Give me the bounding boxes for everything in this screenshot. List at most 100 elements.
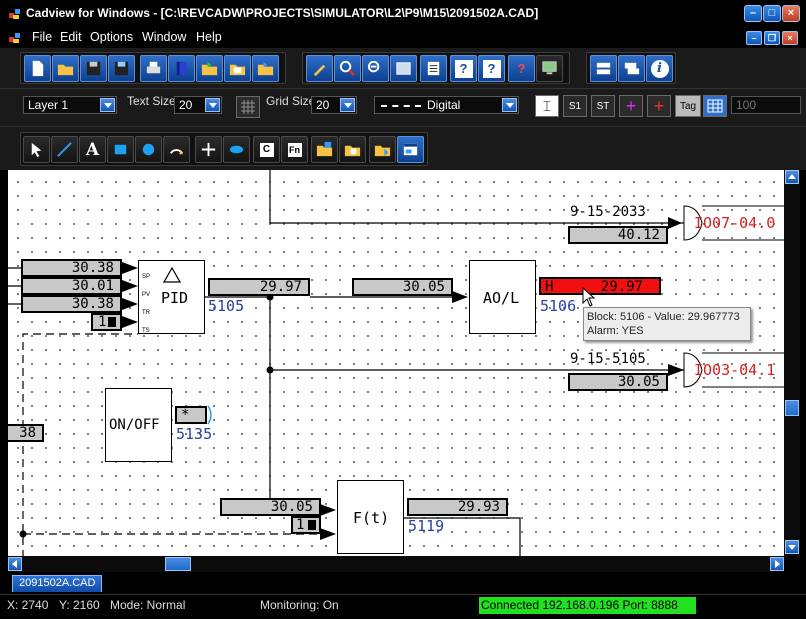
question-pointer-button[interactable]: ?: [508, 55, 535, 82]
zoom-field[interactable]: 100: [731, 96, 801, 114]
menu-help[interactable]: Help: [196, 30, 222, 44]
pid-ts-value[interactable]: 1: [91, 313, 122, 331]
chevron-down-icon[interactable]: [340, 98, 355, 112]
ft-input2-value[interactable]: 1: [291, 516, 321, 534]
pid-tr-value[interactable]: 30.38: [21, 295, 122, 313]
pid-block[interactable]: SP PV TR TS PID: [138, 260, 205, 334]
ft-output-value[interactable]: 29.93: [407, 498, 508, 516]
fit-view-button[interactable]: [390, 55, 417, 82]
function-tool-button[interactable]: Fn: [281, 136, 308, 163]
list-button[interactable]: [420, 55, 447, 82]
point-icon: [201, 142, 216, 157]
save-button[interactable]: [80, 55, 107, 82]
scroll-down-button[interactable]: [785, 540, 799, 554]
s1-button[interactable]: S1: [563, 95, 587, 117]
text-tool-button[interactable]: A: [79, 136, 106, 163]
ft-block[interactable]: F(t): [337, 480, 404, 554]
zoom-in-button[interactable]: [334, 55, 361, 82]
ao-alarm-value-box[interactable]: H 29.97: [539, 277, 661, 295]
grid-toggle-button[interactable]: [236, 96, 260, 118]
chevron-down-icon[interactable]: [205, 98, 220, 112]
left-value-box[interactable]: 38: [8, 424, 44, 442]
horizontal-scroll-thumb[interactable]: [165, 557, 191, 571]
menu-options[interactable]: Options: [90, 30, 133, 44]
library-button[interactable]: [168, 55, 195, 82]
monitor-button[interactable]: [536, 55, 563, 82]
cascade-button[interactable]: [618, 55, 645, 82]
pen-button[interactable]: [306, 55, 333, 82]
save-as-button[interactable]: [108, 55, 135, 82]
menu-edit[interactable]: Edit: [60, 30, 82, 44]
offpage-ref-top[interactable]: IO07-04.0: [694, 214, 775, 232]
grid-size-select[interactable]: 20: [311, 96, 357, 114]
window-block-icon: [403, 143, 418, 156]
drawing-canvas[interactable]: 9-15-2033 40.12 IO07-04.0 30.38 30.01 30…: [8, 170, 784, 556]
value-box-top[interactable]: 40.12: [568, 226, 668, 244]
vertical-scroll-thumb[interactable]: [785, 400, 799, 416]
scroll-right-button[interactable]: [770, 557, 784, 571]
line-tool-button[interactable]: [51, 136, 78, 163]
text-cursor-button[interactable]: ⌶: [535, 95, 559, 117]
pid-pv-value[interactable]: 30.01: [21, 277, 122, 295]
value-box-mid[interactable]: 30.05: [568, 373, 668, 391]
help-button[interactable]: ?: [450, 55, 477, 82]
ellipse-tool-button[interactable]: [223, 136, 250, 163]
tile-button[interactable]: [590, 55, 617, 82]
print-button[interactable]: [140, 55, 167, 82]
zoom-out-button[interactable]: [362, 55, 389, 82]
circle-tool-button[interactable]: [135, 136, 162, 163]
arc-tool-button[interactable]: [163, 136, 190, 163]
menu-file[interactable]: File: [32, 30, 52, 44]
child-restore-button[interactable]: ❐: [764, 31, 780, 45]
offpage-ref-mid[interactable]: IO03-04.1: [694, 361, 775, 379]
scroll-up-button[interactable]: [785, 170, 799, 184]
rectangle-tool-button[interactable]: [107, 136, 134, 163]
chevron-down-icon[interactable]: [502, 98, 517, 112]
layer-select[interactable]: Layer 1: [23, 96, 117, 114]
child-minimize-button[interactable]: –: [746, 31, 762, 45]
text-size-select[interactable]: 20: [174, 96, 222, 114]
context-help-button[interactable]: ?: [478, 55, 505, 82]
tag-button[interactable]: Tag: [675, 95, 701, 117]
horizontal-scrollbar[interactable]: [8, 556, 784, 572]
menu-window[interactable]: Window: [142, 30, 186, 44]
window-block-button[interactable]: [397, 136, 424, 163]
line-style-value: Digital: [427, 98, 461, 112]
vertical-scrollbar[interactable]: [784, 170, 800, 556]
pid-sp-value[interactable]: 30.38: [21, 259, 122, 277]
import-block-button-3[interactable]: [369, 136, 396, 163]
onoff-block[interactable]: ON/OFF: [105, 388, 172, 462]
point-tool-button[interactable]: [195, 136, 222, 163]
pid-output-value[interactable]: 29.97: [208, 278, 310, 296]
maximize-icon: □: [768, 7, 776, 19]
close-button[interactable]: ×: [782, 5, 800, 22]
scroll-left-button[interactable]: [8, 557, 22, 571]
import-block-button-2[interactable]: [339, 136, 366, 163]
minimize-button[interactable]: –: [744, 5, 762, 22]
info-button[interactable]: i: [646, 55, 673, 82]
tab-2091502a[interactable]: 2091502A.CAD: [12, 575, 102, 592]
transfer-button-1[interactable]: [196, 55, 223, 82]
transfer-button-2[interactable]: [224, 55, 251, 82]
st-button[interactable]: ST: [591, 95, 615, 117]
status-monitoring: Monitoring: On: [260, 598, 339, 612]
chevron-down-icon[interactable]: [100, 98, 115, 112]
child-close-button[interactable]: ×: [782, 31, 798, 45]
ft-input-value[interactable]: 30.05: [220, 498, 321, 516]
line-style-select[interactable]: Digital: [374, 96, 519, 114]
import-block-button-1[interactable]: [311, 136, 338, 163]
mouse-cursor-icon: [582, 287, 596, 307]
red-crosshair-icon: +: [653, 95, 665, 116]
open-file-button[interactable]: [52, 55, 79, 82]
red-crosshair-button[interactable]: +: [647, 95, 671, 117]
block-c-tool-button[interactable]: C: [253, 136, 280, 163]
transfer-button-3[interactable]: [252, 55, 279, 82]
new-file-button[interactable]: [24, 55, 51, 82]
ao-block[interactable]: AO/L: [469, 260, 536, 334]
ao-input-value[interactable]: 30.05: [352, 278, 453, 296]
select-tool-button[interactable]: [23, 136, 50, 163]
crosshair-button[interactable]: +: [619, 95, 643, 117]
onoff-value[interactable]: *: [175, 406, 207, 424]
maximize-button[interactable]: □: [763, 5, 781, 22]
table-button[interactable]: [703, 95, 727, 117]
